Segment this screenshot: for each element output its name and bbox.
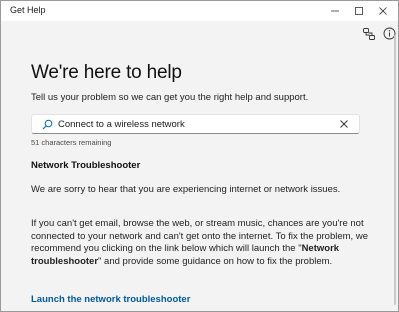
search-input[interactable] [58,117,338,131]
result-body-text-end: " and provide some guidance on how to fi… [98,255,333,267]
character-count: 51 characters remaining [31,138,112,147]
search-box[interactable] [31,114,360,134]
main-content: We're here to help Tell us your problem … [1,21,398,311]
maximize-button[interactable] [346,1,371,21]
result-title: Network Troubleshooter [31,160,141,171]
window-title: Get Help [10,5,46,15]
minimize-icon [331,10,339,12]
result-intro: We are sorry to hear that you are experi… [31,184,341,195]
launch-troubleshooter-link[interactable]: Launch the network troubleshooter [31,294,190,305]
scrollbar[interactable] [394,35,396,305]
get-help-window: Get Help We're here to help Tell us your… [0,0,399,312]
search-icon [42,119,53,130]
title-bar: Get Help [1,1,398,21]
page-title: We're here to help [31,62,182,83]
close-button[interactable] [370,1,395,21]
minimize-button[interactable] [322,1,347,21]
maximize-icon [355,7,363,15]
page-subtitle: Tell us your problem so we can get you t… [31,92,309,103]
clear-search-icon[interactable] [339,119,349,129]
close-icon [379,7,387,15]
result-body: If you can't get email, browse the web, … [31,218,376,268]
share-connection-icon[interactable] [362,27,376,41]
